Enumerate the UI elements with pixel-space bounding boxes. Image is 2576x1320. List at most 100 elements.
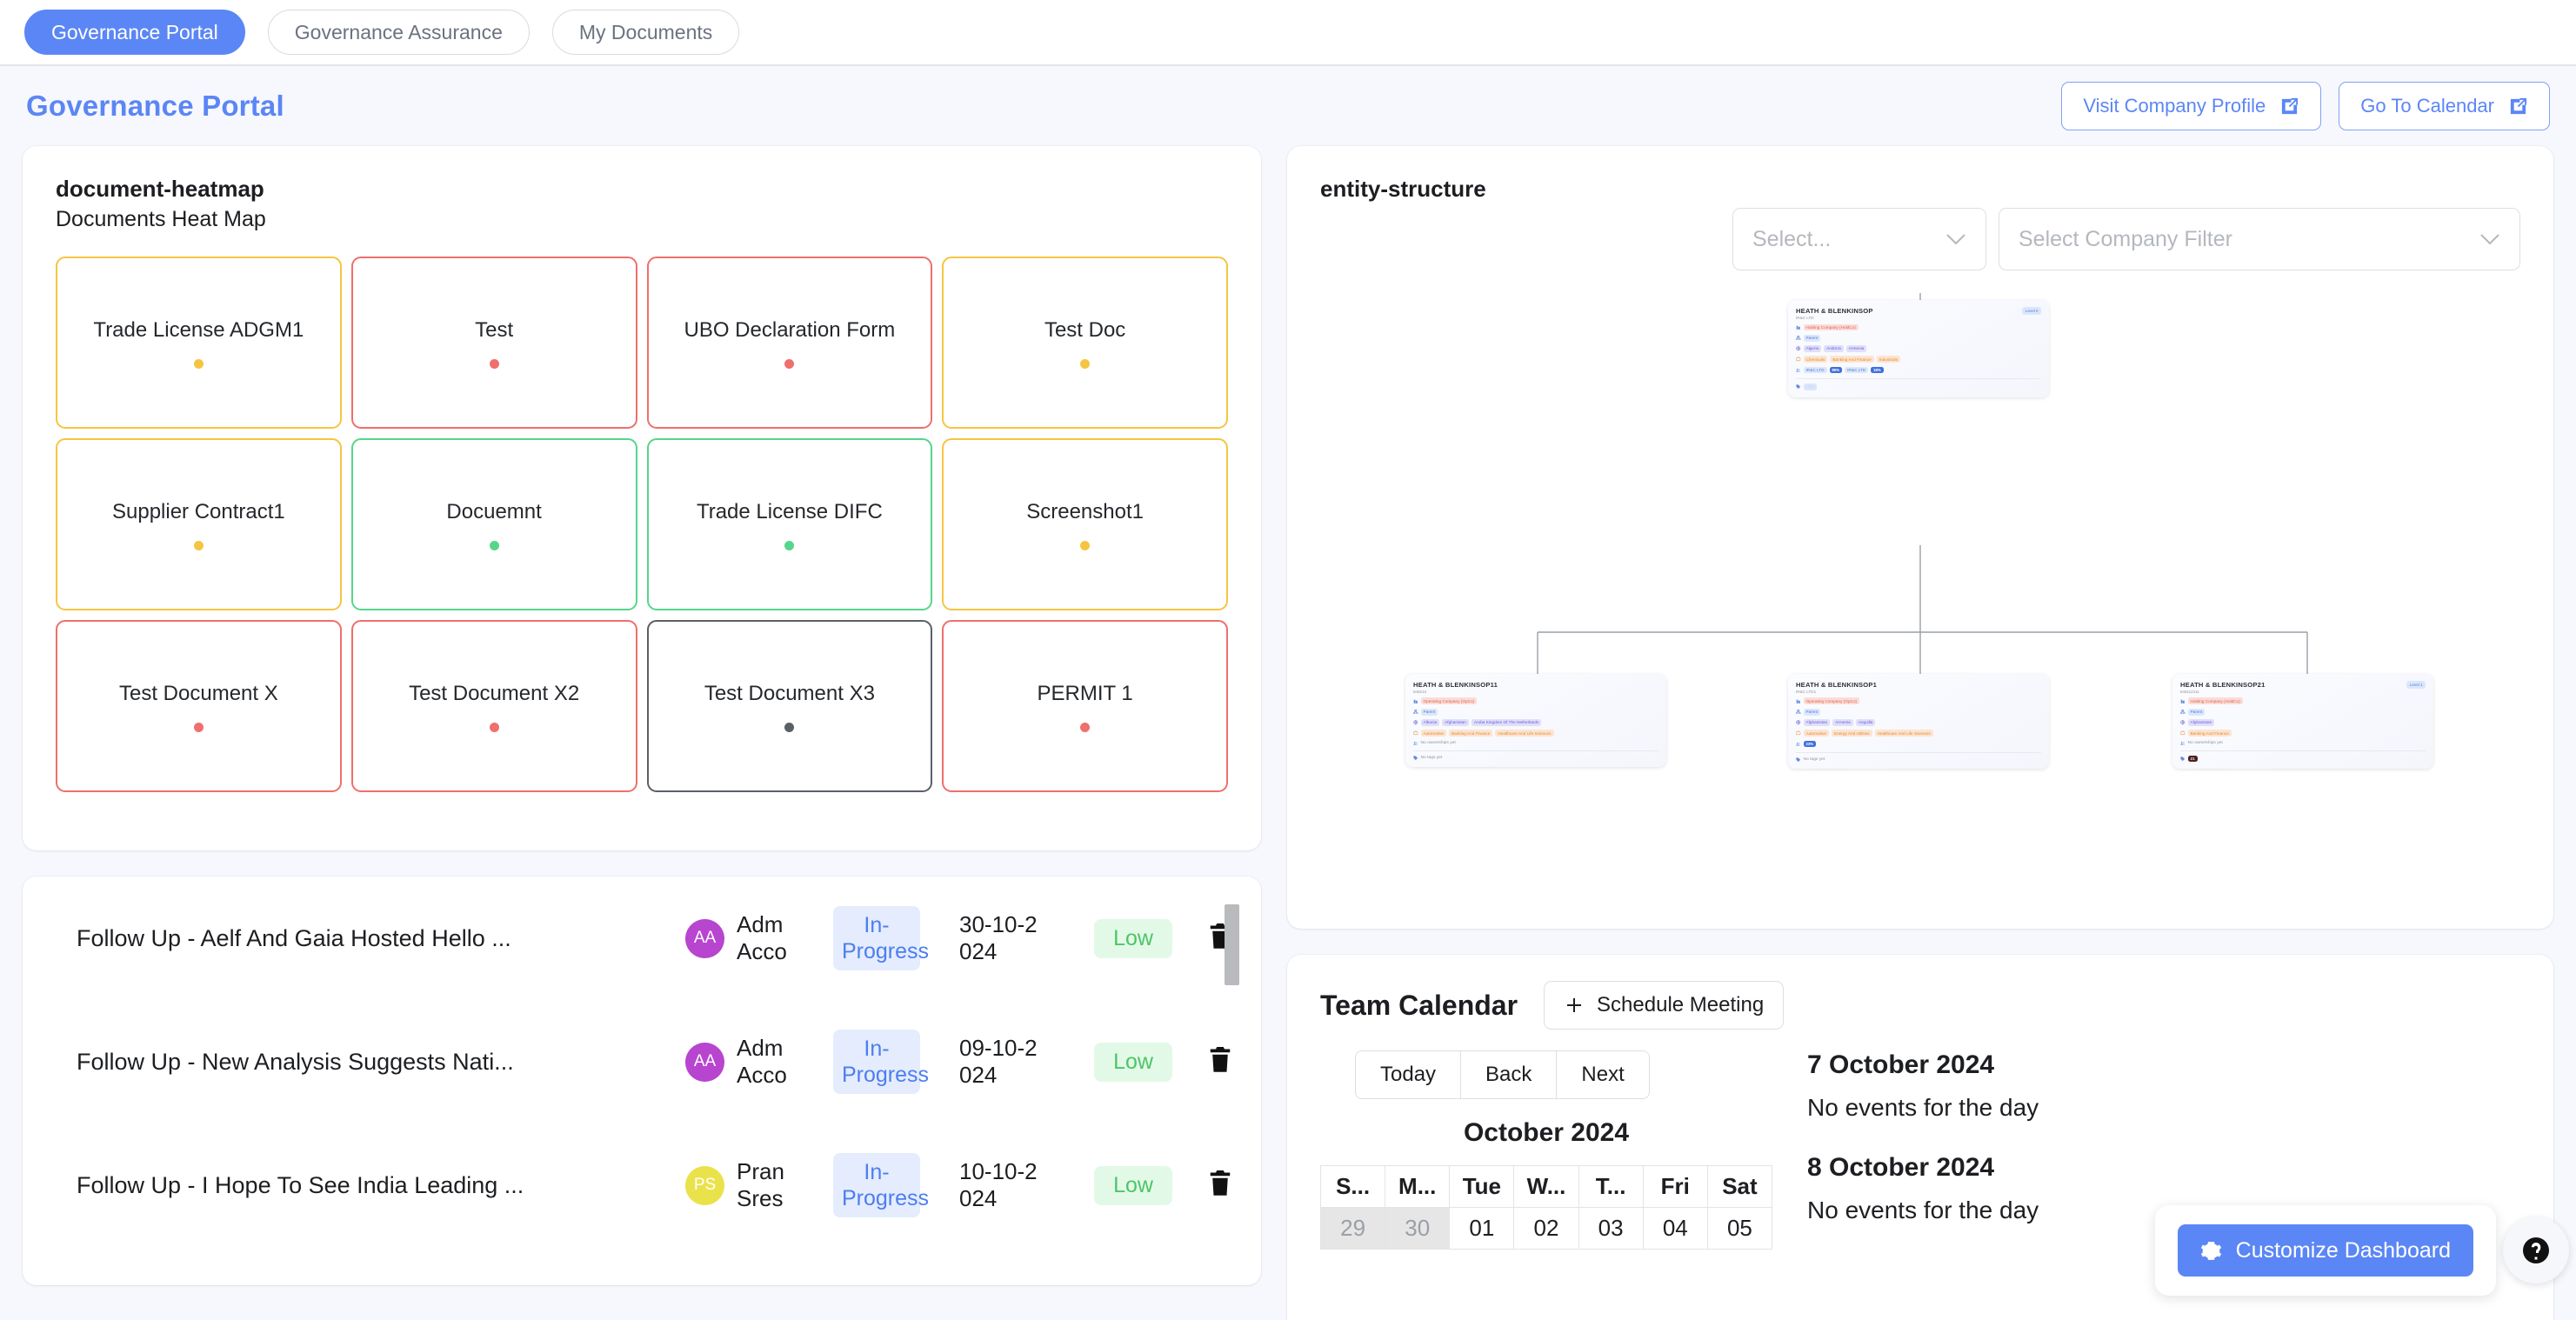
calendar-event-block: 7 October 2024 No events for the day bbox=[1807, 1050, 2520, 1122]
heatmap-cell[interactable]: Supplier Contract1 bbox=[56, 438, 342, 610]
heatmap-cell[interactable]: Test Document X3 bbox=[647, 620, 933, 792]
task-due-date: 09-10-2024 bbox=[959, 1035, 1043, 1088]
calendar-table: S...M...TueW...T...FriSat 29300102030405 bbox=[1320, 1165, 1772, 1250]
entity-role: Parent bbox=[1804, 335, 1821, 342]
tasks-scrollbar-thumb[interactable] bbox=[1225, 904, 1239, 985]
entity-sector: Energy And Utilities bbox=[1832, 730, 1872, 737]
globe-icon bbox=[1796, 720, 1801, 725]
delete-icon[interactable] bbox=[1207, 1045, 1233, 1075]
briefcase-icon bbox=[1796, 730, 1801, 736]
heatmap-status-dot bbox=[194, 359, 204, 369]
heatmap-cell-label: Docuemnt bbox=[446, 499, 541, 525]
event-date: 7 October 2024 bbox=[1807, 1050, 2520, 1080]
heatmap-cell[interactable]: UBO Declaration Form bbox=[647, 257, 933, 429]
calendar-day-cell[interactable]: 04 bbox=[1643, 1208, 1707, 1250]
calendar-next-button[interactable]: Next bbox=[1557, 1050, 1649, 1099]
heatmap-cell[interactable]: Test Doc bbox=[942, 257, 1228, 429]
org-node[interactable]: HEATH & BLENKINSOP11 test212 Operating C… bbox=[1405, 674, 1666, 767]
table-row[interactable]: Follow Up - Aelf And Gaia Hosted Hello .… bbox=[23, 877, 1261, 1000]
org-node[interactable]: HEATH & BLENKINSOP21 Level 1 test112111 … bbox=[2172, 674, 2433, 769]
tag-icon bbox=[1796, 384, 1801, 390]
calendar-day-cell[interactable]: 29 bbox=[1321, 1208, 1385, 1250]
tab-my-documents[interactable]: My Documents bbox=[552, 10, 739, 55]
heatmap-status-dot bbox=[194, 723, 204, 732]
tasks-rows-container: Follow Up - Aelf And Gaia Hosted Hello .… bbox=[23, 877, 1261, 1247]
delete-task-button[interactable] bbox=[1207, 1045, 1261, 1079]
company-filter-dropdown[interactable]: Select Company Filter bbox=[1999, 208, 2520, 270]
entity-classification-row: Holding Company (HoldCo) bbox=[1796, 324, 2041, 331]
entity-classification: Holding Company (HoldCo) bbox=[2188, 697, 2243, 704]
tasks-list-widget: Follow Up - Aelf And Gaia Hosted Hello .… bbox=[23, 877, 1261, 1285]
task-assignee: PS Pran Sres bbox=[685, 1158, 833, 1211]
calendar-day-cell[interactable]: 02 bbox=[1514, 1208, 1578, 1250]
table-row[interactable]: Follow Up - I Hope To See India Leading … bbox=[23, 1123, 1261, 1247]
calendar-day-cell[interactable]: 05 bbox=[1707, 1208, 1772, 1250]
delete-icon[interactable] bbox=[1207, 1169, 1233, 1198]
task-due-date: 10-10-2024 bbox=[959, 1158, 1043, 1211]
table-row[interactable]: Follow Up - New Analysis Suggests Nati..… bbox=[23, 1000, 1261, 1123]
org-node[interactable]: HEATH & BLENKINSOP1 IR&C LTD1 Operating … bbox=[1788, 674, 2049, 769]
org-node[interactable]: HEATH & BLENKINSOP Level 0 IR&C LTD Hold… bbox=[1788, 300, 2049, 397]
heatmap-cell-label: UBO Declaration Form bbox=[684, 317, 896, 343]
entity-role: Parent bbox=[1804, 709, 1821, 716]
heatmap-status-dot bbox=[1080, 723, 1090, 732]
org-chart[interactable]: HEATH & BLENKINSOP Level 0 IR&C LTD Hold… bbox=[1320, 276, 2520, 876]
heatmap-cell[interactable]: Screenshot1 bbox=[942, 438, 1228, 610]
divider bbox=[1796, 378, 2041, 379]
tag-icon bbox=[2180, 757, 2186, 762]
entity-country: Afghanistan bbox=[2188, 719, 2215, 726]
entity-tags-row: AML bbox=[1796, 383, 2041, 390]
event-empty-text: No events for the day bbox=[1807, 1094, 2520, 1122]
calendar-day-cell[interactable]: 30 bbox=[1385, 1208, 1450, 1250]
status-badge: In-Progress bbox=[833, 1153, 920, 1217]
heatmap-widget-id: document-heatmap bbox=[56, 176, 1228, 203]
customize-dashboard-button[interactable]: Customize Dashboard bbox=[2178, 1224, 2473, 1277]
calendar-day-cell[interactable]: 03 bbox=[1578, 1208, 1643, 1250]
go-to-calendar-button[interactable]: Go To Calendar bbox=[2339, 82, 2550, 130]
heatmap-cell[interactable]: Trade License DIFC bbox=[647, 438, 933, 610]
event-date: 8 October 2024 bbox=[1807, 1153, 2520, 1183]
top-tab-bar: Governance Portal Governance Assurance M… bbox=[0, 0, 2576, 66]
entity-structure-widget: entity-structure Select... Select Compan… bbox=[1287, 146, 2553, 929]
heatmap-cell[interactable]: Docuemnt bbox=[351, 438, 637, 610]
assignee-name: Adm Acco bbox=[737, 1035, 794, 1088]
calendar-today-button[interactable]: Today bbox=[1355, 1050, 1461, 1099]
entity-sectors-row: AutomotiveEnergy And UtilitiesHealthcare… bbox=[1796, 730, 2041, 737]
briefcase-icon bbox=[1413, 730, 1418, 736]
globe-icon bbox=[1413, 720, 1418, 725]
entity-select-dropdown[interactable]: Select... bbox=[1732, 208, 1986, 270]
ownership-empty: No ownerships yet bbox=[2188, 741, 2223, 745]
entity-role-row: Parent bbox=[1796, 335, 2041, 342]
assignee-name: Adm Acco bbox=[737, 911, 794, 964]
help-button[interactable] bbox=[2503, 1217, 2569, 1283]
go-to-calendar-label: Go To Calendar bbox=[2360, 95, 2494, 117]
entity-tags-row: No tags yet bbox=[1796, 757, 2041, 763]
org-node-level: Level 0 bbox=[2022, 307, 2041, 314]
status-badge: In-Progress bbox=[833, 1030, 920, 1094]
heatmap-cell[interactable]: PERMIT 1 bbox=[942, 620, 1228, 792]
calendar-day-cell[interactable]: 01 bbox=[1450, 1208, 1514, 1250]
plus-icon bbox=[1564, 995, 1585, 1016]
users-icon bbox=[1796, 368, 1801, 373]
building-icon bbox=[1796, 325, 1801, 330]
heatmap-cell[interactable]: Test Document X2 bbox=[351, 620, 637, 792]
entity-classification-row: Holding Company (HoldCo) bbox=[2180, 697, 2426, 704]
schedule-meeting-button[interactable]: Schedule Meeting bbox=[1544, 981, 1784, 1030]
tab-governance-assurance[interactable]: Governance Assurance bbox=[268, 10, 530, 55]
ownership-percent: 23% bbox=[1804, 741, 1817, 748]
tab-governance-portal[interactable]: Governance Portal bbox=[24, 10, 245, 55]
calendar-back-button[interactable]: Back bbox=[1461, 1050, 1557, 1099]
left-column: document-heatmap Documents Heat Map Trad… bbox=[23, 146, 1261, 1285]
heatmap-cell-label: Supplier Contract1 bbox=[112, 499, 285, 525]
heatmap-cell[interactable]: Test bbox=[351, 257, 637, 429]
schedule-meeting-label: Schedule Meeting bbox=[1597, 993, 1764, 1017]
entity-sector: Banking And Finance bbox=[1830, 356, 1873, 363]
customize-dashboard-label: Customize Dashboard bbox=[2236, 1238, 2451, 1263]
heatmap-cell[interactable]: Test Document X bbox=[56, 620, 342, 792]
heatmap-cell-label: Test Doc bbox=[1044, 317, 1125, 343]
heatmap-cell[interactable]: Trade License ADGM1 bbox=[56, 257, 342, 429]
heatmap-cell-label: Test Document X2 bbox=[409, 681, 579, 707]
divider bbox=[1413, 750, 1658, 751]
delete-task-button[interactable] bbox=[1207, 1169, 1261, 1203]
visit-company-profile-button[interactable]: Visit Company Profile bbox=[2061, 82, 2321, 130]
